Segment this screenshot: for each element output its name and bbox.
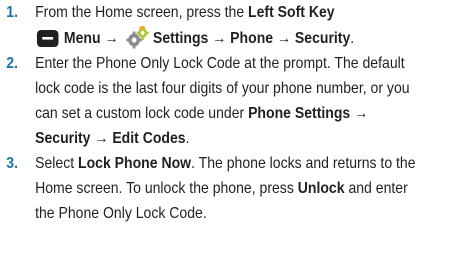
- settings-path-label: Settings → Phone → Security: [152, 30, 351, 47]
- step-number: 2.: [6, 55, 19, 72]
- step-number: 1.: [6, 4, 19, 21]
- step-number: 3.: [6, 155, 19, 172]
- left-soft-key-label: Left Soft Key: [248, 4, 335, 21]
- step-3: 3. Select Lock Phone Now. The phone lock…: [0, 151, 428, 226]
- step-2: 2. Enter the Phone Only Lock Code at the…: [0, 51, 428, 151]
- unlock-label: Unlock: [297, 180, 345, 197]
- step-1: 1. From the Home screen, press the Left …: [0, 0, 428, 51]
- step-text-end: .: [185, 130, 190, 147]
- left-softkey-icon: [35, 28, 60, 48]
- step-text-end: .: [350, 30, 355, 47]
- instruction-steps: 1. From the Home screen, press the Left …: [0, 0, 472, 226]
- lock-phone-now-label: Lock Phone Now: [78, 155, 192, 172]
- step-text: Select: [35, 155, 79, 172]
- settings-gears-icon: [126, 25, 149, 49]
- step-text: From the Home screen, press the: [35, 4, 249, 21]
- menu-path-label: Menu →: [63, 30, 119, 47]
